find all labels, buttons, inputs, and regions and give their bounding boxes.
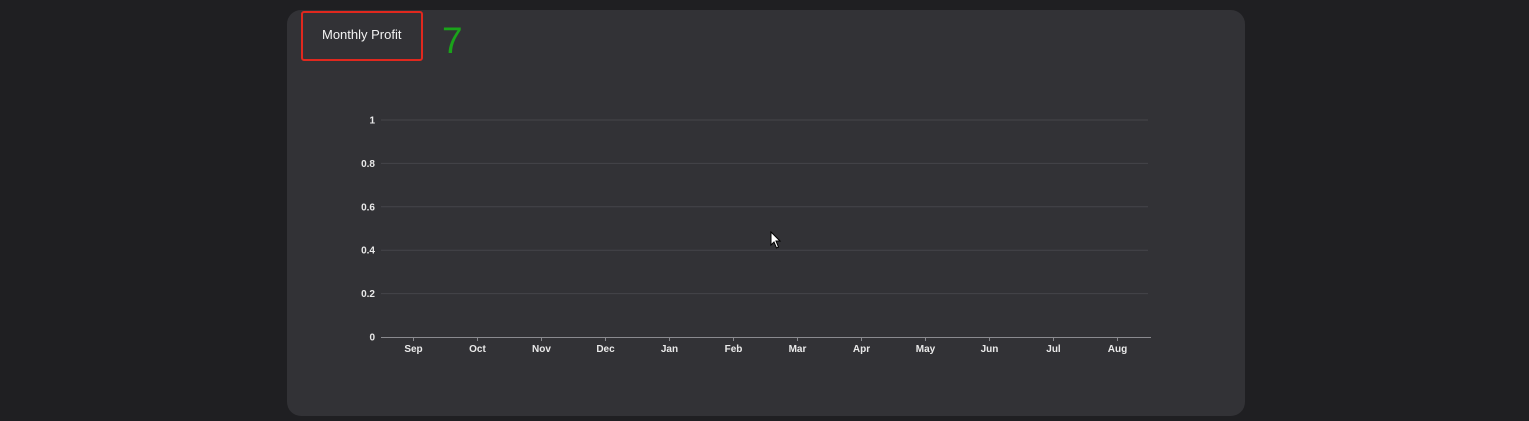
x-tick-label: May (916, 344, 936, 355)
y-tick-label: 0.2 (361, 289, 375, 300)
x-tick-label: Jun (981, 344, 999, 355)
page: Monthly Profit 7 0 0.2 0.4 0.6 0.8 1 Sep Oct Nov… (0, 0, 1529, 421)
x-tick-label: Nov (532, 344, 551, 355)
monthly-profit-chart: 0 0.2 0.4 0.6 0.8 1 Sep Oct Nov Dec Jan Feb Mar Apr Ma… (361, 116, 1151, 355)
x-tick-label: Jul (1046, 344, 1061, 355)
y-tick-label: 0.4 (361, 246, 375, 257)
x-tick-label: Feb (725, 344, 743, 355)
x-tick-label: Mar (789, 344, 807, 355)
x-tick-label: Apr (853, 344, 870, 355)
y-tick-label: 0.8 (361, 159, 375, 170)
x-tick-label: Aug (1108, 344, 1127, 355)
x-tick-label: Oct (469, 344, 486, 355)
mouse-cursor-icon (770, 231, 782, 249)
x-tick-label: Jan (661, 344, 678, 355)
y-tick-label: 1 (369, 116, 375, 127)
x-tick-label: Dec (596, 344, 615, 355)
x-tick-label: Sep (404, 344, 422, 355)
y-tick-label: 0 (369, 333, 375, 344)
y-tick-label: 0.6 (361, 202, 375, 213)
